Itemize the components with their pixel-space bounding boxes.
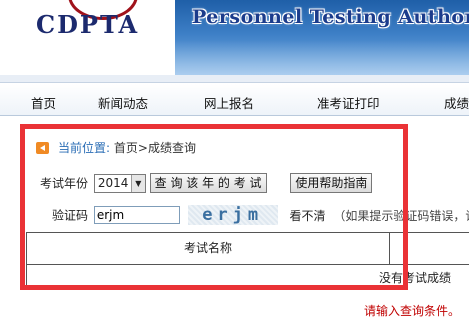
logo-area: CDPTA [0, 0, 175, 75]
breadcrumb-separator: > [137, 141, 148, 155]
year-query-row: 考试年份 2014 ▼ 查 询 该 年 的 考 试 使用帮助指南 [40, 173, 373, 193]
breadcrumb-current: 成绩查询 [147, 141, 196, 155]
main-nav: 首页 新闻动态 网上报名 准考证打印 成绩 [0, 84, 469, 116]
speaker-icon [36, 142, 49, 154]
captcha-image[interactable]: erjm [187, 205, 278, 225]
breadcrumb-home[interactable]: 首页 [114, 141, 138, 155]
help-guide-button[interactable]: 使用帮助指南 [290, 173, 373, 193]
header-banner: CDPTA Personnel Testing Authorities [0, 0, 469, 75]
banner-decoration [175, 40, 469, 75]
year-label: 考试年份 [40, 176, 89, 191]
query-exam-button[interactable]: 查 询 该 年 的 考 试 [149, 173, 267, 193]
breadcrumb: 当前位置: 首页>成绩查询 [36, 139, 196, 156]
refresh-captcha-link[interactable]: 看不清 [290, 209, 326, 223]
chevron-down-icon[interactable]: ▼ [130, 174, 145, 192]
header-divider [0, 75, 469, 83]
table-header-row: 考试名称 [27, 233, 469, 265]
nav-item-news[interactable]: 新闻动态 [98, 93, 148, 112]
nav-item-home[interactable]: 首页 [31, 93, 56, 112]
query-prompt-message: 请输入查询条件。 [364, 304, 461, 318]
empty-results-text: 没有考试成绩 [378, 271, 451, 285]
year-select[interactable]: 2014 ▼ [93, 173, 146, 193]
results-table: 考试名称 没有考试成绩 [26, 232, 469, 288]
breadcrumb-label: 当前位置: [58, 141, 111, 155]
nav-item-registration[interactable]: 网上报名 [204, 93, 254, 112]
nav-item-admission-print[interactable]: 准考证打印 [317, 93, 380, 112]
year-select-value: 2014 [97, 175, 129, 190]
column-header-exam-name: 考试名称 [27, 233, 390, 265]
captcha-label: 验证码 [52, 208, 89, 223]
captcha-row: 验证码 erjm erjm 看不清 （如果提示验证码错误，请重 [52, 205, 469, 225]
logo-text: CDPTA [36, 10, 140, 39]
captcha-hint: （如果提示验证码错误，请重 [333, 208, 469, 223]
site-tagline: Personnel Testing Authorities [192, 6, 469, 28]
nav-item-scores[interactable]: 成绩 [444, 93, 469, 112]
captcha-input[interactable]: erjm [93, 206, 180, 224]
